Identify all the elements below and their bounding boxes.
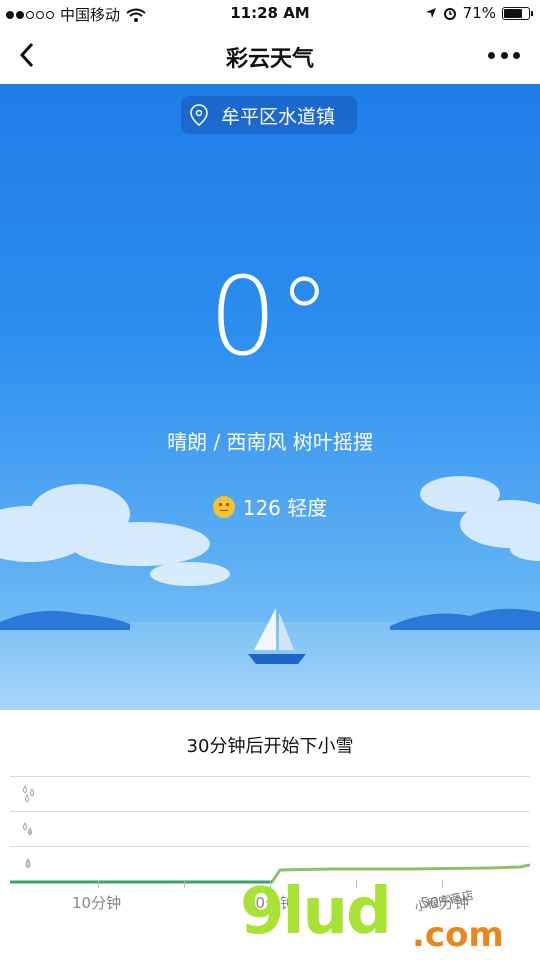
grid-line [10,811,530,812]
neutral-face-icon [212,495,235,518]
map-pin-icon [190,104,208,126]
more-dot-icon [488,51,495,59]
watermark-logo: 9lud [240,875,392,949]
axis-tick [442,880,443,888]
weather-hero: 牟平区水道镇 0° 晴朗 / 西南风 树叶摇摆 126 轻度 [0,84,540,710]
location-selector[interactable]: 牟平区水道镇 [181,96,357,134]
location-arrow-icon [425,8,436,18]
axis-tick [184,880,185,888]
forecast-title: 30分钟后开始下小雪 [186,736,354,757]
aqi-value: 126 轻度 [242,496,328,520]
more-dot-icon [500,51,508,59]
x-tick-label: 10分钟 [72,894,122,912]
navigation-bar: 彩云天气 [0,28,540,84]
weather-description: 晴朗 / 西南风 树叶摇摆 [167,430,373,454]
status-bar: 中国移动 11:28 AM 71% [0,0,540,28]
grid-line [10,846,530,847]
axis-tick [98,880,99,888]
location-name: 牟平区水道镇 [221,105,336,128]
medium-rain-drops-icon [23,822,32,836]
grid-line [10,776,530,777]
air-quality[interactable]: 126 轻度 [0,492,540,521]
battery-icon [502,6,533,20]
more-button[interactable] [488,44,520,66]
watermark-logo-suffix: .com [412,915,504,955]
temperature: 0° [208,255,332,380]
alarm-icon [443,8,456,20]
heavy-rain-drops-icon [23,785,34,803]
page-title: 彩云天气 [225,47,314,72]
battery-percent: 71% [462,4,496,22]
cloud-illustration-left [0,484,230,586]
more-dot-icon [513,51,520,59]
sailboat-illustration [248,608,306,664]
